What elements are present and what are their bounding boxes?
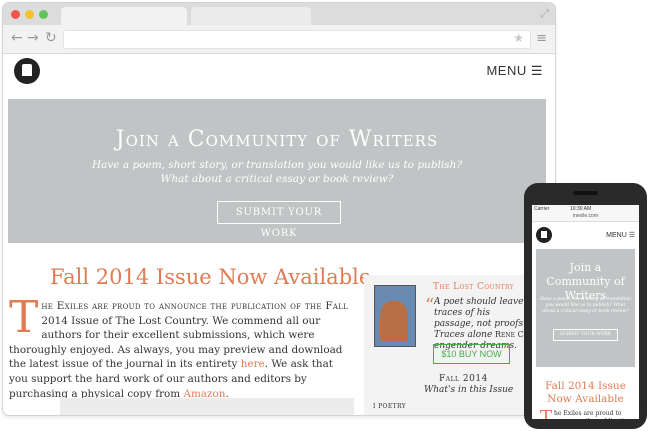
browser-menu-icon[interactable]: ≡ [536,31,547,46]
phone-screen: Carrier 10:30 AM inexile.com MENU ☰ Join… [532,205,639,419]
phone-time: 10:30 AM [570,206,592,212]
carrier-label: Carrier [534,206,550,212]
buy-now-button[interactable]: $10 BUY NOW [433,344,510,364]
phone-speaker [573,191,598,195]
hero-line-2: What about a critical essay or book revi… [160,173,394,185]
submit-work-button[interactable]: SUBMIT YOUR WORK [217,201,341,239]
browser-tab-active[interactable] [61,7,187,25]
phone-body-text: he Exiles are proud to announce the publ… [554,410,631,419]
contents-heading: What's in this Issue [424,385,514,395]
issue-sidebar: The Lost Country “ A poet should leave t… [364,275,548,415]
phone-issue-title: Fall 2014 Issue Now Available [545,380,626,405]
issue-season: Fall 2014 [439,374,488,384]
menu-button[interactable]: MENU ☰ [486,63,543,79]
close-window-button[interactable] [11,10,20,19]
fullscreen-icon[interactable]: ⤢ [540,7,549,21]
forward-arrow-icon[interactable]: → [27,30,39,46]
bookmark-star-icon[interactable]: ★ [513,31,524,45]
browser-tab-bar: ⤢ [3,3,555,25]
hero-title: Join a Community of Writers [115,127,439,152]
hero-line-1: Have a poem, short story, or translation… [91,159,463,171]
phone-issue-body: The Exiles are proud to announce the pub… [540,407,635,420]
phone-menu-label: MENU [606,232,627,239]
browser-tab[interactable] [191,7,311,25]
phone-menu-button[interactable]: MENU ☰ [606,231,635,239]
phone-device: Carrier 10:30 AM inexile.com MENU ☰ Join… [524,183,647,429]
issue-body: The Exiles are proud to announce the pub… [9,292,353,401]
maximize-window-button[interactable] [39,10,48,19]
phone-submit-button[interactable]: SUBMIT YOUR WORK [553,329,618,341]
book-cover-image[interactable] [374,285,416,347]
back-arrow-icon[interactable]: ← [11,30,23,46]
journal-name: The Lost Country [433,282,515,292]
phone-drop-cap: T [540,407,553,420]
issue-title: Fall 2014 Issue Now Available [50,265,372,289]
menu-label: MENU [486,63,527,78]
address-bar[interactable]: ★ [63,30,531,49]
phone-address-bar[interactable]: inexile.com [532,213,639,222]
hamburger-icon: ☰ [530,63,543,78]
browser-toolbar: ← → ↻ ★ ≡ [3,25,555,54]
minimize-window-button[interactable] [25,10,34,19]
reload-icon[interactable]: ↻ [45,30,57,46]
drop-cap: T [9,292,39,343]
phone-hero-text: Have a poem, short story, or translation… [540,297,631,314]
phone-hero: Join a Community of Writers Have a poem,… [536,249,635,367]
quote-icon: “ [425,295,435,316]
here-link[interactable]: here [241,358,265,370]
phone-site-logo-icon[interactable] [536,227,552,243]
intro-caps: he Exiles are proud to announce the publ… [41,300,349,312]
hero-banner: Join a Community of Writers Have a poem,… [8,99,546,243]
next-section [60,398,354,415]
contents-section-poetry[interactable]: I POETRY [373,403,406,410]
phone-hamburger-icon: ☰ [628,232,635,239]
phone-status-bar: Carrier 10:30 AM [532,205,639,213]
site-logo-icon[interactable] [14,58,40,84]
site-header: MENU ☰ [3,54,555,92]
